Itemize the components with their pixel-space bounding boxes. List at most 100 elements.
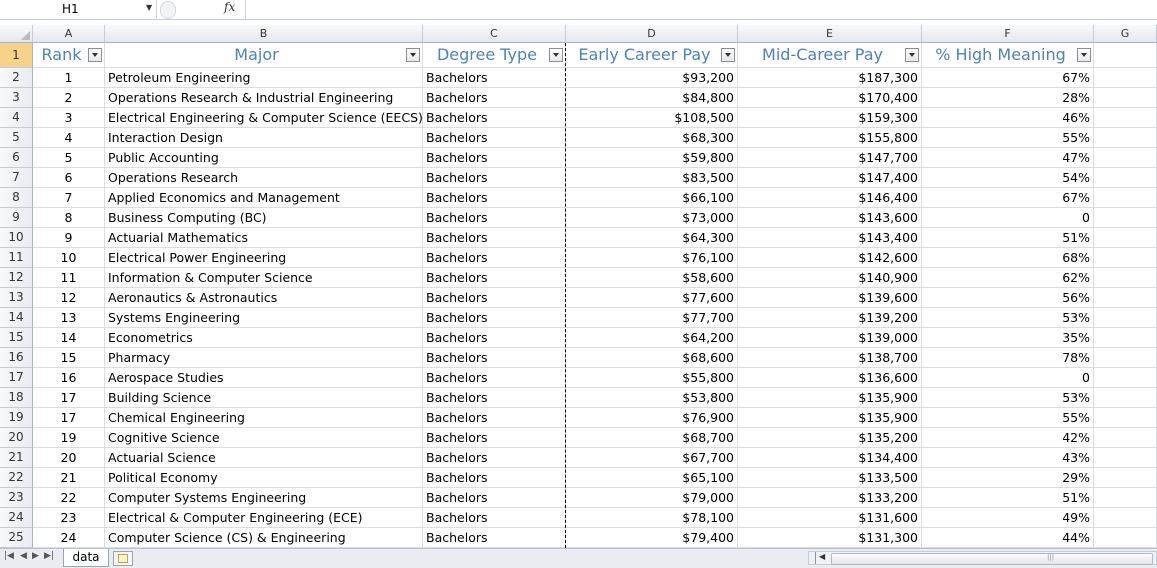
insert-function-icon[interactable]: fx <box>224 0 235 14</box>
row-header[interactable]: 6 <box>0 148 33 168</box>
next-sheet-icon[interactable]: ▶ <box>32 551 39 561</box>
cell[interactable]: Electrical & Computer Engineering (ECE) <box>105 508 423 528</box>
formula-bar-resize-icon[interactable] <box>160 1 176 19</box>
cell[interactable]: Applied Economics and Management <box>105 188 423 208</box>
cell[interactable]: 7 <box>33 188 105 208</box>
cell[interactable]: Bachelors <box>423 448 566 468</box>
cell[interactable]: $58,600 <box>566 268 738 288</box>
cell[interactable] <box>1094 128 1157 148</box>
cell[interactable]: 17 <box>33 388 105 408</box>
row-header[interactable]: 4 <box>0 108 33 128</box>
row-header[interactable]: 15 <box>0 328 33 348</box>
cell[interactable]: $135,900 <box>738 388 922 408</box>
cell[interactable]: $146,400 <box>738 188 922 208</box>
cell[interactable]: Systems Engineering <box>105 308 423 328</box>
cell[interactable]: 42% <box>922 428 1094 448</box>
row-header[interactable]: 11 <box>0 248 33 268</box>
cell[interactable]: Bachelors <box>423 168 566 188</box>
cell[interactable]: 55% <box>922 408 1094 428</box>
filter-dropdown-icon[interactable] <box>549 48 563 62</box>
horizontal-scrollbar[interactable]: ◀ ||| <box>808 551 1157 565</box>
insert-sheet-icon[interactable] <box>113 551 133 566</box>
cell[interactable]: 44% <box>922 528 1094 548</box>
cell[interactable]: Aeronautics & Astronautics <box>105 288 423 308</box>
scroll-thumb[interactable] <box>831 553 1153 565</box>
cell[interactable]: $64,300 <box>566 228 738 248</box>
cell[interactable]: Bachelors <box>423 188 566 208</box>
cell[interactable]: 55% <box>922 128 1094 148</box>
row-header[interactable]: 2 <box>0 68 33 88</box>
cell[interactable] <box>1094 248 1157 268</box>
row-header[interactable]: 19 <box>0 408 33 428</box>
cell[interactable]: Bachelors <box>423 308 566 328</box>
header-mid-career-pay[interactable]: Mid-Career Pay <box>738 43 922 68</box>
cell[interactable]: Bachelors <box>423 328 566 348</box>
cell[interactable]: $143,600 <box>738 208 922 228</box>
cell[interactable]: 0 <box>922 208 1094 228</box>
column-header-d[interactable]: D <box>566 25 738 43</box>
cell[interactable]: $131,600 <box>738 508 922 528</box>
cell[interactable]: $147,400 <box>738 168 922 188</box>
worksheet-grid[interactable]: Rank Major Degree Type Early Career Pay Mid-… <box>33 43 1157 548</box>
cell[interactable]: 22 <box>33 488 105 508</box>
cell[interactable]: 5 <box>33 148 105 168</box>
cell[interactable]: Bachelors <box>423 528 566 548</box>
cell[interactable]: Bachelors <box>423 228 566 248</box>
cell[interactable]: 4 <box>33 128 105 148</box>
cell[interactable]: $135,900 <box>738 408 922 428</box>
cell[interactable]: Bachelors <box>423 408 566 428</box>
cell[interactable]: Operations Research & Industrial Enginee… <box>105 88 423 108</box>
cell[interactable]: 24 <box>33 528 105 548</box>
cell[interactable] <box>1094 348 1157 368</box>
cell[interactable]: Chemical Engineering <box>105 408 423 428</box>
row-header[interactable]: 24 <box>0 508 33 528</box>
formula-input[interactable] <box>252 2 1152 17</box>
cell[interactable]: 3 <box>33 108 105 128</box>
cell[interactable]: Aerospace Studies <box>105 368 423 388</box>
cell[interactable]: Computer Science (CS) & Engineering <box>105 528 423 548</box>
cell[interactable]: Bachelors <box>423 488 566 508</box>
cell[interactable]: $134,400 <box>738 448 922 468</box>
cell[interactable] <box>1094 408 1157 428</box>
cell[interactable]: $139,000 <box>738 328 922 348</box>
cell[interactable]: 54% <box>922 168 1094 188</box>
cell[interactable]: Bachelors <box>423 268 566 288</box>
cell[interactable]: 14 <box>33 328 105 348</box>
cell[interactable]: Bachelors <box>423 88 566 108</box>
cell[interactable]: Business Computing (BC) <box>105 208 423 228</box>
cell[interactable]: $79,400 <box>566 528 738 548</box>
cell[interactable]: Bachelors <box>423 468 566 488</box>
cell[interactable]: 12 <box>33 288 105 308</box>
cell[interactable]: 53% <box>922 388 1094 408</box>
row-header[interactable]: 9 <box>0 208 33 228</box>
row-header[interactable]: 14 <box>0 308 33 328</box>
name-box[interactable]: H1 ▼ <box>0 0 157 18</box>
cell[interactable]: $131,300 <box>738 528 922 548</box>
cell[interactable]: Pharmacy <box>105 348 423 368</box>
cell[interactable] <box>1094 108 1157 128</box>
cell[interactable]: $78,100 <box>566 508 738 528</box>
cell[interactable]: $139,200 <box>738 308 922 328</box>
cell[interactable]: 2 <box>33 88 105 108</box>
cell[interactable]: $65,100 <box>566 468 738 488</box>
first-sheet-icon[interactable]: |◀ <box>4 551 14 561</box>
cell[interactable]: Bachelors <box>423 288 566 308</box>
cell-g[interactable] <box>1094 43 1157 68</box>
row-header[interactable]: 22 <box>0 468 33 488</box>
cell[interactable] <box>1094 68 1157 88</box>
cell[interactable]: Bachelors <box>423 128 566 148</box>
sheet-tab-data[interactable]: data <box>63 549 109 567</box>
cell[interactable] <box>1094 468 1157 488</box>
cell[interactable]: $135,200 <box>738 428 922 448</box>
cell[interactable]: $77,700 <box>566 308 738 328</box>
cell[interactable]: 11 <box>33 268 105 288</box>
cell[interactable] <box>1094 168 1157 188</box>
filter-dropdown-icon[interactable] <box>88 48 102 62</box>
column-header-f[interactable]: F <box>922 25 1094 43</box>
cell[interactable]: 21 <box>33 468 105 488</box>
header-high-meaning[interactable]: % High Meaning <box>922 43 1094 68</box>
column-header-c[interactable]: C <box>423 25 566 43</box>
cell[interactable]: Electrical Power Engineering <box>105 248 423 268</box>
cell[interactable]: 53% <box>922 308 1094 328</box>
cell[interactable]: $79,000 <box>566 488 738 508</box>
